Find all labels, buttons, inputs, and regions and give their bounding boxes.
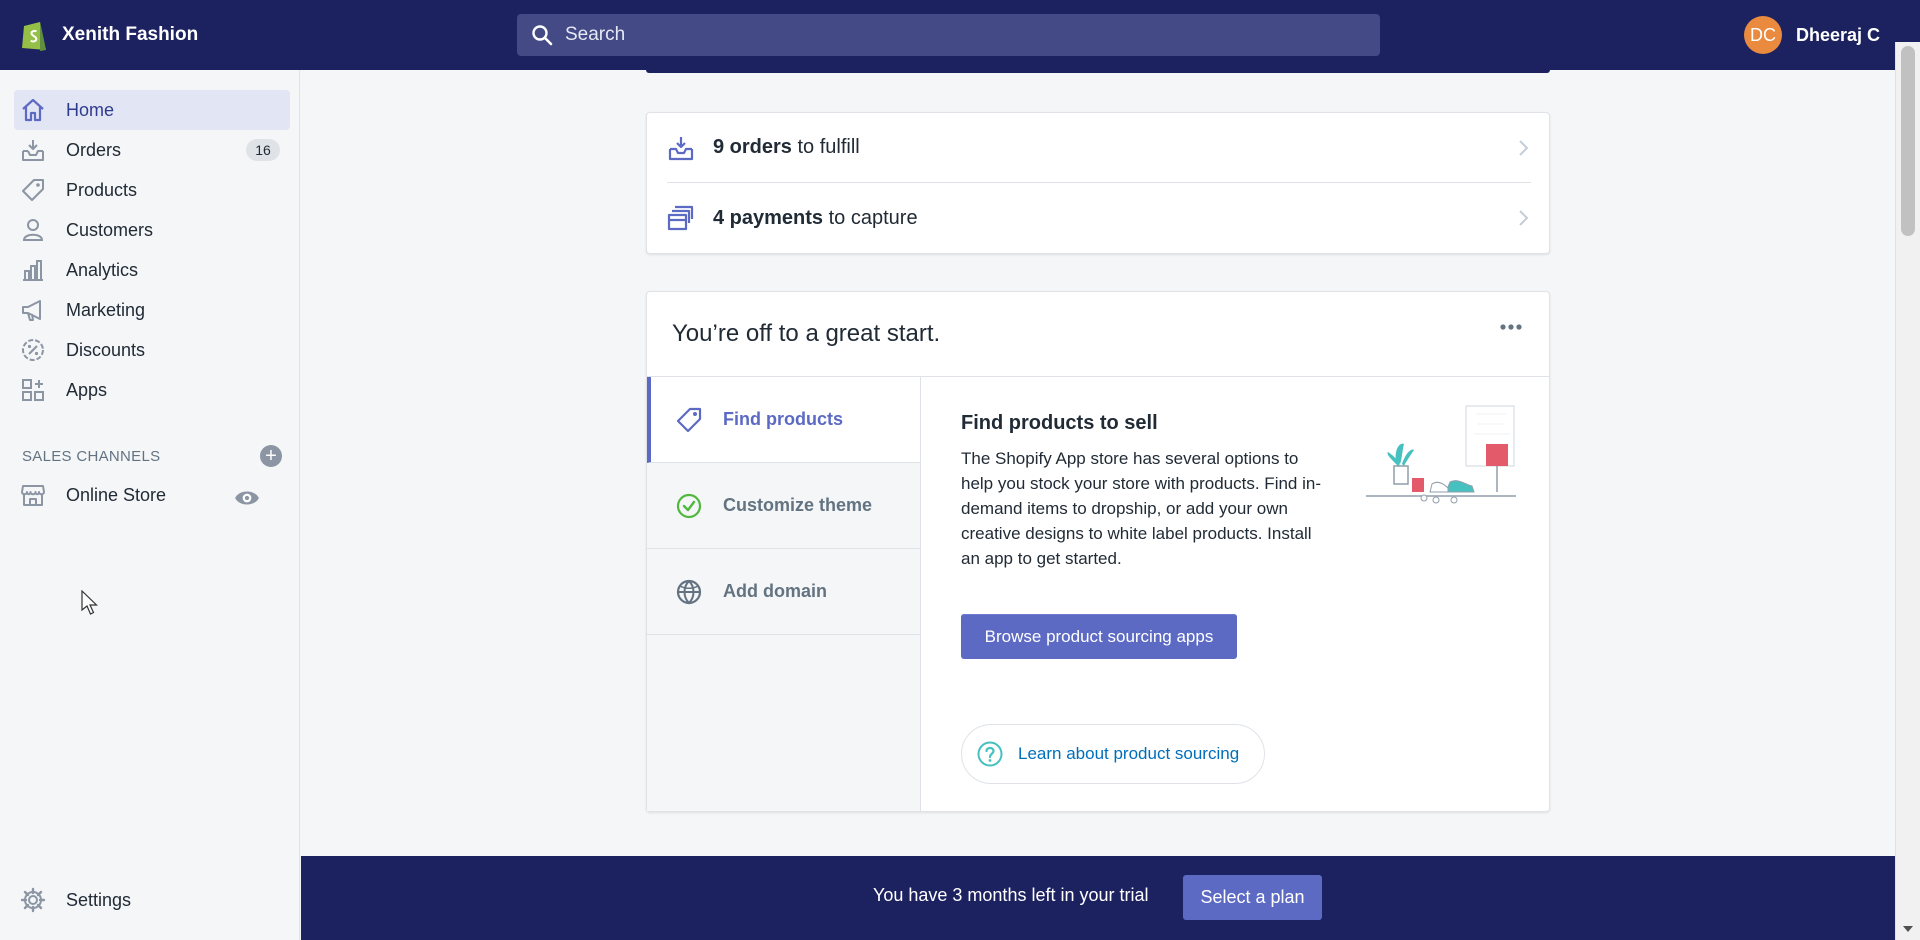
sales-channels-header: SALES CHANNELS + (22, 445, 282, 467)
store-icon (21, 485, 45, 506)
sidebar-item-orders[interactable]: Orders 16 (14, 130, 290, 170)
task-text: 9 orders to fulfill (713, 136, 860, 159)
user-menu[interactable]: DC Dheeraj C (1743, 16, 1880, 54)
tab-find-products[interactable]: Find products (647, 377, 920, 463)
sidebar-item-home[interactable]: Home (14, 90, 290, 130)
tab-label: Customize theme (723, 495, 873, 515)
tasks-card: 9 orders to fulfill 4 payments to captur… (646, 112, 1550, 254)
tag-icon (22, 179, 44, 201)
settings-row[interactable]: Settings (14, 880, 290, 920)
sidebar-item-products[interactable]: Products (14, 170, 290, 210)
online-store-row[interactable]: Online Store (14, 475, 290, 515)
sidebar-item-label: Settings (66, 889, 132, 910)
sidebar-nav: Home Orders 16 Products Customers Analyt… (14, 90, 290, 410)
apps-icon (22, 379, 44, 401)
sidebar-item-label: Products (66, 179, 138, 200)
store-name: Xenith Fashion (62, 24, 199, 45)
trial-text: You have 3 months left in your trial (873, 885, 1149, 905)
scroll-down-arrow-icon[interactable] (1903, 926, 1913, 932)
learn-product-sourcing-link[interactable]: Learn about product sourcing (961, 724, 1265, 784)
learn-link-label: Learn about product sourcing (1018, 744, 1240, 763)
sidebar-item-label: Home (66, 99, 115, 120)
store-switcher[interactable]: Xenith Fashion (20, 18, 500, 52)
sidebar-item-label: Marketing (66, 299, 146, 320)
chevron-right-icon (1519, 140, 1529, 156)
task-count: 4 payments (713, 206, 824, 229)
sidebar-item-apps[interactable]: Apps (14, 370, 290, 410)
sidebar-item-label: Online Store (66, 484, 167, 505)
task-row-orders[interactable]: 9 orders to fulfill (667, 113, 1531, 183)
help-circle-icon (977, 741, 1003, 767)
page-scrollbar[interactable] (1895, 42, 1920, 940)
payments-icon (667, 205, 694, 231)
trial-banner: You have 3 months left in your trial Sel… (301, 856, 1895, 940)
task-rest: to fulfill (791, 136, 860, 158)
check-circle-icon (676, 493, 702, 518)
person-icon (22, 219, 44, 241)
sidebar: Home Orders 16 Products Customers Analyt… (0, 70, 300, 940)
eye-icon[interactable] (234, 485, 260, 511)
previous-card-edge (646, 70, 1550, 73)
tab-label: Find products (723, 409, 843, 429)
more-options-icon[interactable] (1499, 322, 1523, 332)
avatar: DC (1743, 16, 1782, 54)
user-name: Dheeraj C (1795, 24, 1880, 45)
setup-guide-header: You’re off to a great start. (647, 292, 1549, 377)
search-icon (532, 25, 553, 46)
sidebar-item-analytics[interactable]: Analytics (14, 250, 290, 290)
sidebar-item-discounts[interactable]: Discounts (14, 330, 290, 370)
tag-icon (676, 407, 702, 432)
setup-tabs: Find products Customize theme Add domain (647, 377, 921, 811)
sidebar-item-label: Customers (66, 219, 154, 240)
megaphone-icon (22, 300, 41, 321)
shopify-logo-icon (22, 22, 46, 51)
main-content: 9 orders to fulfill 4 payments to captur… (301, 70, 1895, 940)
task-text: 4 payments to capture (713, 207, 918, 230)
scrollbar-thumb[interactable] (1901, 46, 1915, 236)
sidebar-item-label: Orders (66, 139, 122, 160)
orders-icon (22, 140, 44, 161)
add-sales-channel-button[interactable]: + (260, 445, 282, 467)
sidebar-item-settings[interactable]: Settings (14, 880, 290, 920)
setup-guide-card: You’re off to a great start. Find produc… (646, 291, 1550, 812)
tab-content: Find products to sell The Shopify App st… (961, 405, 1521, 568)
sidebar-item-label: Discounts (66, 339, 146, 360)
sidebar-item-customers[interactable]: Customers (14, 210, 290, 250)
orders-count-badge: 16 (246, 139, 280, 161)
task-count: 9 orders (713, 136, 792, 158)
browse-sourcing-apps-button[interactable]: Browse product sourcing apps (961, 614, 1237, 659)
home-icon (22, 98, 44, 122)
search-placeholder: Search (565, 24, 626, 45)
content-body: The Shopify App store has several option… (961, 449, 1321, 568)
mouse-cursor-icon (81, 590, 98, 615)
sidebar-item-label: Analytics (66, 259, 139, 280)
gear-icon (20, 887, 46, 913)
globe-icon (676, 579, 702, 604)
bar-chart-icon (23, 260, 43, 281)
tab-add-domain[interactable]: Add domain (647, 549, 920, 635)
search-input[interactable]: Search (517, 14, 1380, 56)
task-row-payments[interactable]: 4 payments to capture (667, 183, 1531, 253)
fulfill-orders-icon (668, 136, 694, 160)
sales-channels-label: SALES CHANNELS (22, 447, 161, 465)
chevron-right-icon (1519, 210, 1529, 226)
discount-icon (22, 339, 44, 361)
tab-customize-theme[interactable]: Customize theme (647, 463, 920, 549)
sidebar-item-marketing[interactable]: Marketing (14, 290, 290, 330)
product-sourcing-illustration (1366, 405, 1516, 504)
sidebar-item-label: Apps (66, 379, 108, 400)
select-plan-button[interactable]: Select a plan (1183, 875, 1322, 920)
setup-guide-title: You’re off to a great start. (672, 320, 941, 347)
top-bar: Xenith Fashion Search DC Dheeraj C (0, 0, 1920, 70)
task-rest: to capture (823, 206, 918, 229)
sidebar-item-online-store[interactable]: Online Store (14, 475, 290, 515)
tab-label: Add domain (723, 581, 827, 601)
